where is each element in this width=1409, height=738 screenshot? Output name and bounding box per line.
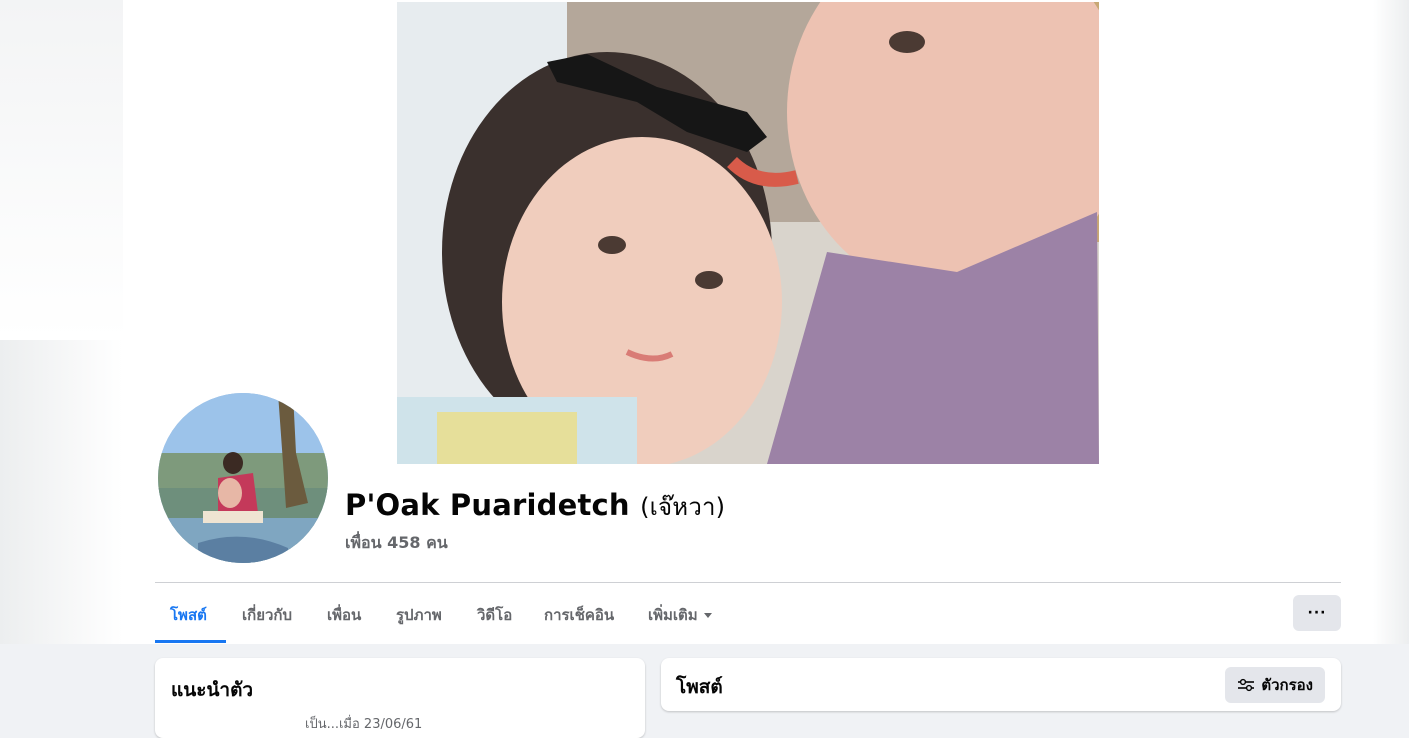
intro-card: แนะนำตัว เป็น...เมื่อ 23/06/61: [155, 658, 645, 738]
tab-posts[interactable]: โพสต์: [170, 603, 207, 627]
tab-more[interactable]: เพิ่มเติม: [648, 603, 712, 627]
intro-title: แนะนำตัว: [171, 679, 254, 701]
tab-photos[interactable]: รูปภาพ: [396, 603, 442, 627]
filter-button[interactable]: ตัวกรอง: [1225, 667, 1325, 703]
profile-name-text: P'Oak Puaridetch: [345, 488, 630, 522]
posts-card: โพสต์ ตัวกรอง: [661, 658, 1341, 711]
tab-more-label: เพิ่มเติม: [648, 606, 698, 624]
cover-photo-image: [397, 2, 1099, 464]
profile-avatar[interactable]: [158, 393, 328, 563]
header-divider: [155, 582, 1341, 583]
profile-nickname: (เจ๊หวา): [640, 493, 726, 521]
tab-friends[interactable]: เพื่อน: [327, 603, 361, 627]
filter-label: ตัวกรอง: [1261, 676, 1313, 694]
cover-photo[interactable]: [397, 2, 1099, 464]
more-options-button[interactable]: ···: [1293, 595, 1341, 631]
tab-checkins[interactable]: การเช็คอิน: [544, 603, 614, 627]
intro-partial-line: เป็น...เมื่อ 23/06/61: [305, 717, 423, 732]
active-tab-indicator: [155, 640, 226, 643]
chevron-down-icon: [703, 613, 712, 618]
profile-avatar-image: [158, 393, 328, 563]
tab-videos[interactable]: วิดีโอ: [477, 603, 512, 627]
sliders-icon: [1238, 678, 1255, 692]
tab-about[interactable]: เกี่ยวกับ: [242, 603, 292, 627]
friend-count[interactable]: เพื่อน 458 คน: [345, 531, 448, 556]
profile-name: P'Oak Puaridetch (เจ๊หวา): [345, 487, 725, 526]
posts-title: โพสต์: [676, 676, 723, 698]
ellipsis-icon: ···: [1307, 605, 1327, 621]
